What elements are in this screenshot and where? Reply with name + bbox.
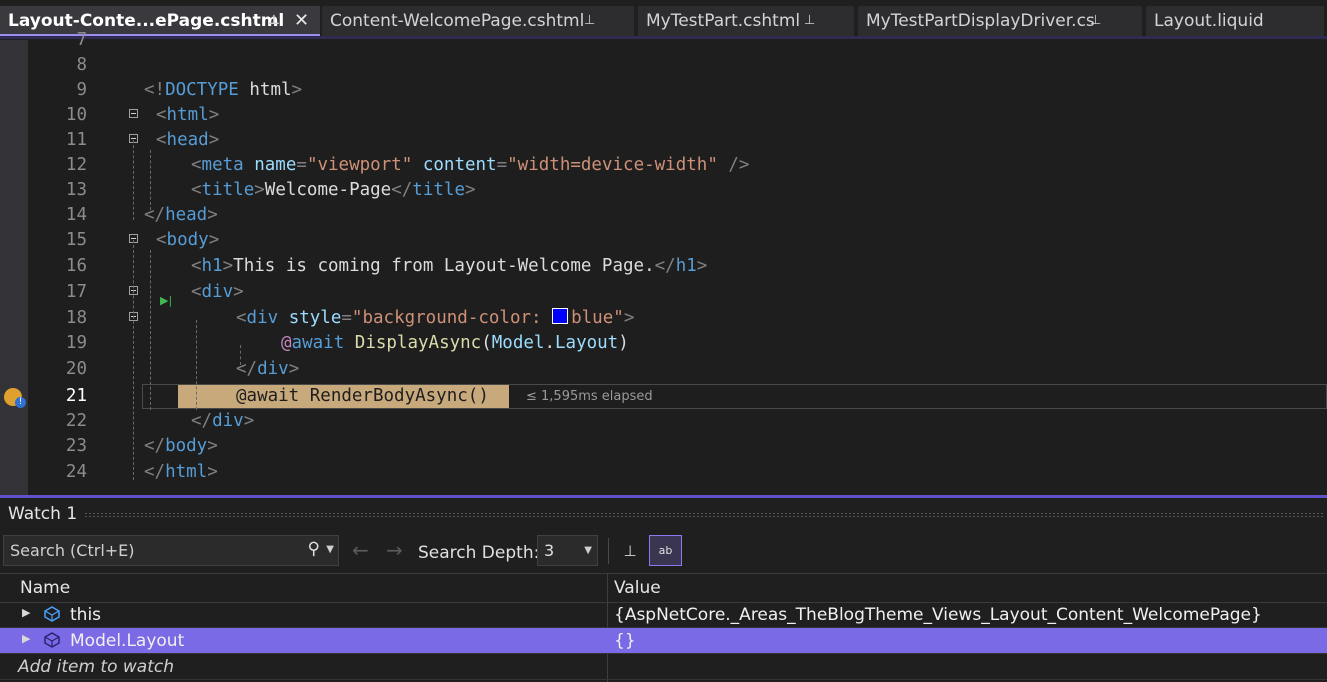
line-number: 15: [65, 230, 87, 250]
line-number: 8: [76, 55, 87, 75]
code-line: @await RenderBodyAsync(): [236, 386, 489, 406]
search-previous-icon[interactable]: ←: [352, 538, 369, 562]
indent-guide: [240, 345, 241, 365]
code-line: <div style="background-color: blue">: [236, 308, 635, 328]
line-number: 9: [76, 80, 87, 100]
watch-name[interactable]: this: [70, 605, 101, 625]
color-swatch: [552, 308, 569, 324]
indent-guide: [150, 250, 151, 410]
add-item-placeholder[interactable]: Add item to watch: [18, 657, 174, 677]
code-line: <div>: [191, 282, 244, 302]
code-line: </div>: [191, 411, 255, 431]
search-depth-label: Search Depth:: [418, 543, 540, 563]
add-watch-row[interactable]: Add item to watch: [0, 654, 1327, 680]
code-line: <!DOCTYPE html>: [144, 80, 303, 100]
indent-guide: [196, 320, 197, 410]
hex-display-icon[interactable]: ab: [649, 535, 682, 566]
line-number: 23: [65, 436, 87, 456]
line-number: 19: [65, 333, 87, 353]
line-number: 21: [65, 386, 87, 406]
line-number: 13: [65, 180, 87, 200]
toolbar-separator: [608, 538, 609, 564]
expand-icon[interactable]: ▶: [22, 632, 30, 645]
line-number: 24: [65, 462, 87, 482]
watch-value[interactable]: {}: [614, 631, 636, 651]
indent-guide: [150, 150, 151, 210]
chevron-down-icon: ▼: [584, 545, 592, 556]
code-line: <head>: [156, 130, 220, 150]
code-line: <html>: [156, 105, 220, 125]
line-number: 18: [65, 308, 87, 328]
code-line: <meta name="viewport" content="width=dev…: [191, 155, 750, 175]
watch-name[interactable]: Model.Layout: [70, 631, 184, 651]
line-number: 7: [76, 30, 87, 50]
line-number: 14: [65, 205, 87, 225]
search-icon[interactable]: ⚲: [308, 539, 320, 559]
column-header-name[interactable]: Name: [20, 578, 70, 598]
indent-guide: [133, 140, 134, 220]
search-next-icon[interactable]: →: [386, 538, 403, 562]
line-number: 20: [65, 359, 87, 379]
perf-tip[interactable]: ≤ 1,595ms elapsed: [526, 389, 653, 404]
code-line: @await DisplayAsync(Model.Layout): [281, 333, 629, 353]
watch-value[interactable]: {AspNetCore._Areas_TheBlogTheme_Views_La…: [614, 605, 1262, 625]
column-header-value[interactable]: Value: [614, 578, 661, 598]
grid-header: Name Value: [0, 573, 1327, 603]
code-line: </head>: [144, 205, 218, 225]
code-line: </body>: [144, 436, 218, 456]
indent-guide: [133, 240, 134, 480]
panel-title[interactable]: Watch 1: [8, 504, 77, 524]
search-depth-select[interactable]: 3 ▼: [537, 535, 598, 566]
code-line: </html>: [144, 462, 218, 482]
search-placeholder: Search (Ctrl+E): [10, 541, 135, 560]
code-line: </div>: [236, 359, 300, 379]
line-number: 17: [65, 282, 87, 302]
line-number: 16: [65, 256, 87, 276]
line-number: 12: [65, 155, 87, 175]
code-line: <body>: [156, 230, 220, 250]
object-icon: [44, 606, 60, 622]
panel-grip[interactable]: [84, 512, 1324, 518]
code-editor[interactable]: 7 8 9 <!DOCTYPE html> 10 <html> 11 <head…: [0, 30, 1327, 495]
object-icon: [44, 632, 60, 648]
pin-members-icon[interactable]: ⊥: [618, 538, 642, 564]
search-input[interactable]: Search (Ctrl+E) ⚲ ▼: [3, 535, 339, 566]
collapse-toggle-icon[interactable]: [129, 109, 138, 118]
line-number: 22: [65, 411, 87, 431]
code-line: <title>Welcome-Page</title>: [191, 180, 476, 200]
chevron-down-icon[interactable]: ▼: [326, 544, 334, 555]
table-row-selected[interactable]: ▶ Model.Layout {}: [0, 628, 1327, 654]
watch-panel: Watch 1 Search (Ctrl+E) ⚲ ▼ ← → Search D…: [0, 498, 1327, 682]
expand-icon[interactable]: ▶: [22, 606, 30, 619]
line-number: 11: [65, 130, 87, 150]
code-line: <h1>This is coming from Layout-Welcome P…: [191, 256, 708, 276]
table-row[interactable]: ▶ this {AspNetCore._Areas_TheBlogTheme_V…: [0, 602, 1327, 628]
line-number: 10: [65, 105, 87, 125]
